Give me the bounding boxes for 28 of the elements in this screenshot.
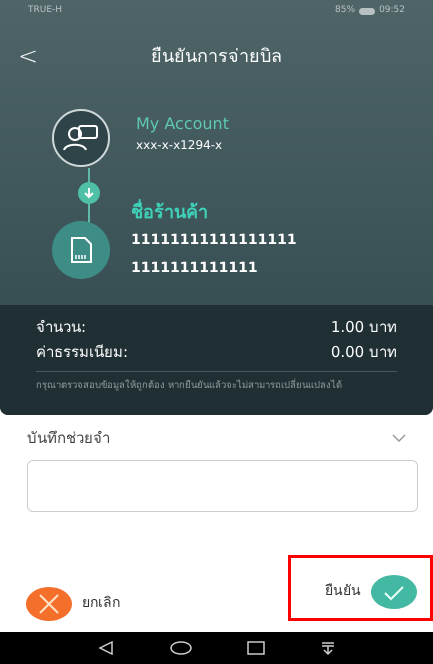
battery-text: 85% <box>335 4 356 18</box>
download-icon[interactable] <box>321 641 336 655</box>
carrier-text: TRUE-H <box>28 4 62 18</box>
confirm-button[interactable]: ยืนยัน <box>325 574 417 608</box>
back-button[interactable]: < <box>18 38 38 74</box>
summary-value: 1.00 บาท <box>330 317 397 338</box>
account-number: xxx-x-x1294-x <box>136 137 224 154</box>
account-name: My Account <box>136 113 229 135</box>
page-title: ยืนยันการจ่ายบิล <box>151 44 282 68</box>
merchant-reference: 11111111111111111 <box>131 231 297 250</box>
notice-text: กรุณาตรวจสอบข้อมูลให้ถูกต้อง หากยืนยันแล้วจะไม่สามารถเปลี่ยนแปลงได้ <box>36 378 344 393</box>
recents-icon[interactable] <box>247 641 266 655</box>
memo-label: บันทึกช่วยจำ <box>27 428 110 449</box>
clock-text: 09:52 <box>379 4 405 18</box>
cancel-button[interactable]: ยกเลิก <box>26 586 120 620</box>
account-icon <box>51 108 111 168</box>
memo-field[interactable] <box>27 460 418 512</box>
back-icon[interactable] <box>98 641 114 655</box>
close-icon <box>26 586 72 620</box>
merchant-reference: 1111111111111 <box>131 259 259 278</box>
home-icon[interactable] <box>170 641 192 655</box>
battery-icon <box>359 8 376 14</box>
check-icon <box>371 574 417 608</box>
chevron-icon[interactable] <box>392 434 406 442</box>
summary-value: 0.00 บาท <box>330 342 397 363</box>
summary-label: ค่าธรรมเนียม: <box>36 342 128 363</box>
summary-label: จำนวน: <box>36 317 86 338</box>
bill-icon <box>52 221 110 279</box>
